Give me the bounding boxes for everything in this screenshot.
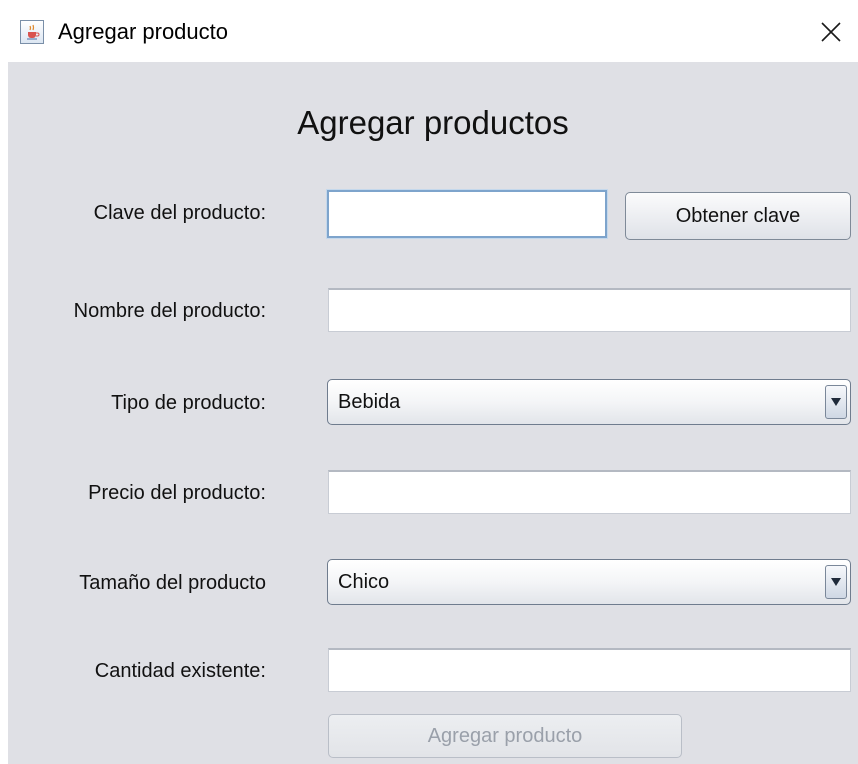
page-title: Agregar productos: [297, 104, 569, 141]
nombre-label: Nombre del producto:: [73, 300, 266, 322]
window-title: Agregar producto: [58, 19, 228, 44]
clave-field[interactable]: [327, 190, 607, 238]
form-panel: Agregar productos Clave del producto: Ob…: [8, 62, 858, 764]
agregar-producto-button[interactable]: Agregar producto: [328, 714, 682, 758]
dialog-window: Agregar producto Agregar productos Clave…: [0, 0, 858, 764]
tamano-label: Tamaño del producto: [79, 572, 266, 594]
cantidad-label: Cantidad existente:: [94, 660, 266, 682]
precio-field[interactable]: [328, 470, 851, 514]
tipo-label: Tipo de producto:: [111, 392, 266, 414]
chevron-down-icon[interactable]: [825, 385, 847, 419]
precio-label: Precio del producto:: [88, 482, 266, 504]
tipo-select[interactable]: Bebida: [327, 379, 851, 425]
tamano-selected-value: Chico: [338, 571, 390, 593]
chevron-down-icon[interactable]: [825, 565, 847, 599]
close-icon[interactable]: [818, 19, 844, 45]
tipo-selected-value: Bebida: [338, 391, 401, 413]
tamano-select[interactable]: Chico: [327, 559, 851, 605]
obtener-clave-button[interactable]: Obtener clave: [625, 192, 851, 240]
title-bar: Agregar producto: [0, 0, 858, 62]
cantidad-field[interactable]: [328, 648, 851, 692]
java-cup-icon: [20, 20, 44, 44]
nombre-field[interactable]: [328, 288, 851, 332]
clave-label: Clave del producto:: [93, 202, 266, 224]
